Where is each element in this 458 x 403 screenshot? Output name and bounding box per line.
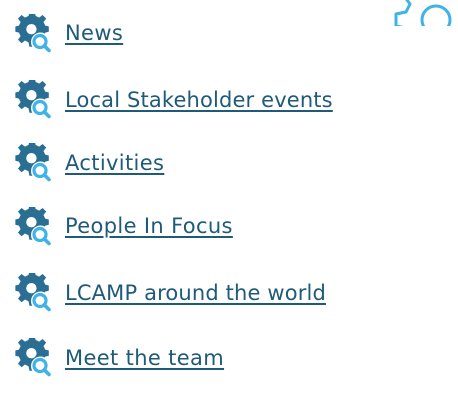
menu-link-activities[interactable]: Activities <box>65 152 164 174</box>
menu-link-lcamp-around-the-world[interactable]: LCAMP around the world <box>65 282 326 304</box>
menu-item-local-stakeholder-events[interactable]: Local Stakeholder events <box>14 79 458 122</box>
gear-search-icon <box>14 80 51 120</box>
menu-link-news[interactable]: News <box>65 23 123 44</box>
news-menu: News Local Stakeholder events Activities <box>14 12 458 403</box>
menu-item-lcamp-around-the-world[interactable]: LCAMP around the world <box>14 272 458 315</box>
gear-search-icon <box>14 338 51 378</box>
menu-link-meet-the-team[interactable]: Meet the team <box>65 347 224 369</box>
gear-search-icon <box>14 143 51 183</box>
menu-item-meet-the-team[interactable]: Meet the team <box>14 337 458 380</box>
gear-search-icon <box>14 206 51 247</box>
gear-search-icon <box>14 13 51 54</box>
menu-item-news[interactable]: News <box>14 12 458 55</box>
gear-search-icon <box>14 273 51 313</box>
menu-item-activities[interactable]: Activities <box>14 142 458 185</box>
menu-link-people-in-focus[interactable]: People In Focus <box>65 216 233 237</box>
menu-link-local-stakeholder-events[interactable]: Local Stakeholder events <box>65 89 333 111</box>
menu-item-people-in-focus[interactable]: People In Focus <box>14 205 458 248</box>
